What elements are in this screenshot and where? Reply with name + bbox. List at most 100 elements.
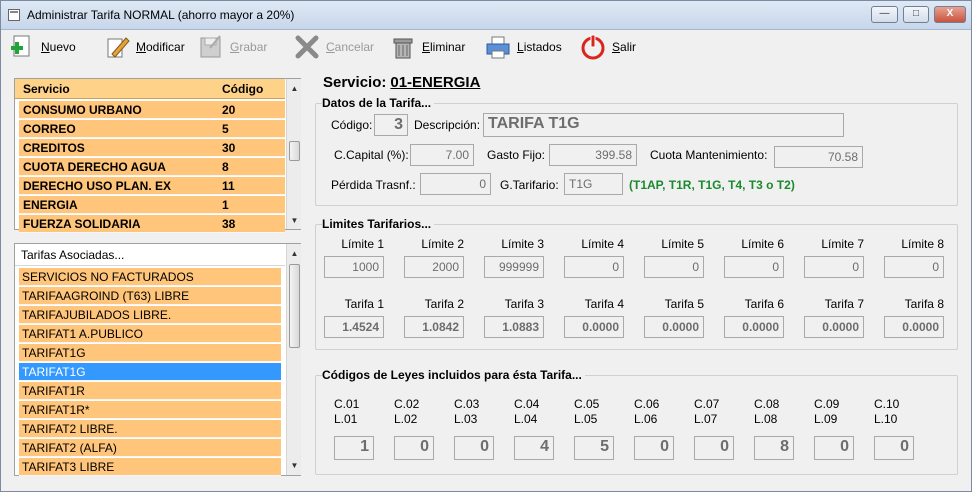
tarifa-label: Tarifa 8 (904, 297, 944, 311)
ley-field[interactable]: 5 (574, 436, 614, 460)
leyes-title: Códigos de Leyes incluidos para ésta Tar… (322, 368, 585, 382)
tarifa-name: SERVICIOS NO FACTURADOS (22, 270, 194, 284)
codigo-label: Código: (331, 118, 373, 132)
limite-label: Límite 8 (901, 237, 944, 251)
table-row[interactable]: CUOTA DERECHO AGUA 8 (19, 158, 285, 176)
grabar-label: Grabar (230, 40, 268, 54)
maximize-button[interactable]: □ (903, 6, 929, 23)
tarifa-field[interactable]: 0.0000 (884, 316, 944, 338)
table-row[interactable]: CONSUMO URBANO 20 (19, 101, 285, 119)
limite-field[interactable]: 1000 (324, 256, 384, 278)
codigo-cell: 30 (222, 141, 236, 155)
list-item[interactable]: TARIFAT1R* (19, 401, 281, 419)
tarifa-name: TARIFAT1R (22, 384, 85, 398)
tarifa-name: TARIFAT1 A.PUBLICO (22, 327, 143, 341)
table-row[interactable]: FUERZA SOLIDARIA 38 (19, 215, 285, 233)
limite-field[interactable]: 999999 (484, 256, 544, 278)
list-item[interactable]: TARIFAJUBILADOS LIBRE. (19, 306, 281, 324)
descripcion-field[interactable]: TARIFA T1G (483, 113, 844, 137)
tarifa-label: Tarifa 7 (824, 297, 864, 311)
limites-title: Limites Tarifarios... (322, 217, 435, 231)
scroll-thumb[interactable] (289, 264, 300, 348)
gtarifario-field[interactable]: T1G (564, 173, 623, 195)
codigo-field[interactable]: 3 (374, 114, 408, 136)
ley-field[interactable]: 4 (514, 436, 554, 460)
tarifas-scrollbar[interactable]: ▲ ▼ (286, 244, 301, 475)
listados-button[interactable]: Listados (485, 32, 562, 62)
list-item[interactable]: TARIFAT1R (19, 382, 281, 400)
list-item[interactable]: SERVICIOS NO FACTURADOS (19, 268, 281, 286)
gasto-field[interactable]: 399.58 (549, 144, 637, 166)
ley-field[interactable]: 8 (754, 436, 794, 460)
servicio-cell: DERECHO USO PLAN. EX (23, 179, 172, 193)
app-icon (8, 9, 20, 21)
modificar-button[interactable]: Modificar (104, 32, 185, 62)
scroll-up-icon[interactable]: ▲ (287, 246, 302, 261)
tarifa-field[interactable]: 0.0000 (724, 316, 784, 338)
eliminar-label: Eliminar (422, 40, 466, 54)
list-item[interactable]: TARIFAT1G (19, 344, 281, 362)
modificar-label: Modificar (136, 40, 185, 54)
ley-field[interactable]: 0 (694, 436, 734, 460)
ley-c-label: C.10 (874, 397, 900, 411)
scroll-thumb[interactable] (289, 141, 300, 161)
scroll-up-icon[interactable]: ▲ (287, 81, 302, 96)
cuota-field[interactable]: 70.58 (774, 146, 863, 168)
ley-field[interactable]: 0 (874, 436, 914, 460)
tarifa-field[interactable]: 1.0883 (484, 316, 544, 338)
cancelar-button[interactable]: Cancelar (294, 32, 374, 62)
table-row[interactable]: ENERGIA 1 (19, 196, 285, 214)
ley-field[interactable]: 0 (394, 436, 434, 460)
nuevo-button[interactable]: Nuevo (9, 32, 76, 62)
list-item[interactable]: TARIFAAGROIND (T63) LIBRE (19, 287, 281, 305)
limite-field[interactable]: 2000 (404, 256, 464, 278)
capital-field[interactable]: 7.00 (410, 144, 474, 166)
tarifa-field[interactable]: 0.0000 (644, 316, 704, 338)
list-item[interactable]: TARIFAT2 (ALFA) (19, 439, 281, 457)
ley-field[interactable]: 0 (814, 436, 854, 460)
gtarifario-hint: (T1AP, T1R, T1G, T4, T3 o T2) (629, 178, 795, 192)
descripcion-label: Descripción: (414, 118, 481, 132)
ley-l-label: L.06 (634, 412, 658, 426)
cuota-label: Cuota Mantenimiento: (650, 148, 768, 162)
grabar-button[interactable]: Grabar (198, 32, 267, 62)
salir-button[interactable]: Salir (580, 32, 636, 62)
limite-field[interactable]: 0 (804, 256, 864, 278)
list-item[interactable]: TARIFAT2 LIBRE. (19, 420, 281, 438)
ley-c-label: C.05 (574, 397, 600, 411)
limite-field[interactable]: 0 (564, 256, 624, 278)
gtarifario-label: G.Tarifario: (500, 178, 559, 192)
grid-header: Servicio Código (15, 79, 285, 99)
ley-l-label: L.07 (694, 412, 718, 426)
list-item[interactable]: TARIFAT1G (19, 363, 281, 381)
scroll-down-icon[interactable]: ▼ (287, 213, 302, 228)
limite-field[interactable]: 0 (724, 256, 784, 278)
servicio-heading: Servicio: 01-ENERGIA (323, 74, 480, 91)
printer-icon (485, 34, 511, 60)
table-row[interactable]: DERECHO USO PLAN. EX 11 (19, 177, 285, 195)
ley-field[interactable]: 1 (334, 436, 374, 460)
close-button[interactable]: X (934, 6, 966, 23)
table-row[interactable]: CREDITOS 30 (19, 139, 285, 157)
eliminar-button[interactable]: Eliminar (390, 32, 465, 62)
ley-field[interactable]: 0 (454, 436, 494, 460)
table-row[interactable]: CORREO 5 (19, 120, 285, 138)
services-scrollbar[interactable]: ▲ ▼ (286, 79, 301, 229)
ley-c-label: C.02 (394, 397, 420, 411)
perdida-field[interactable]: 0 (420, 173, 491, 195)
limite-field[interactable]: 0 (884, 256, 944, 278)
codigo-cell: 11 (222, 179, 235, 193)
tarifa-field[interactable]: 1.4524 (324, 316, 384, 338)
limite-field[interactable]: 0 (644, 256, 704, 278)
list-item[interactable]: TARIFAT3 LIBRE (19, 458, 281, 476)
tarifa-field[interactable]: 0.0000 (564, 316, 624, 338)
list-item[interactable]: TARIFAT1 A.PUBLICO (19, 325, 281, 343)
toolbar: Nuevo Modificar Grabar Cancelar Eliminar (1, 30, 971, 64)
tarifa-field[interactable]: 0.0000 (804, 316, 864, 338)
scroll-down-icon[interactable]: ▼ (287, 458, 302, 473)
codigo-cell: 1 (222, 198, 229, 212)
tarifa-label: Tarifa 5 (664, 297, 704, 311)
minimize-button[interactable]: — (871, 6, 898, 23)
tarifa-field[interactable]: 1.0842 (404, 316, 464, 338)
ley-field[interactable]: 0 (634, 436, 674, 460)
